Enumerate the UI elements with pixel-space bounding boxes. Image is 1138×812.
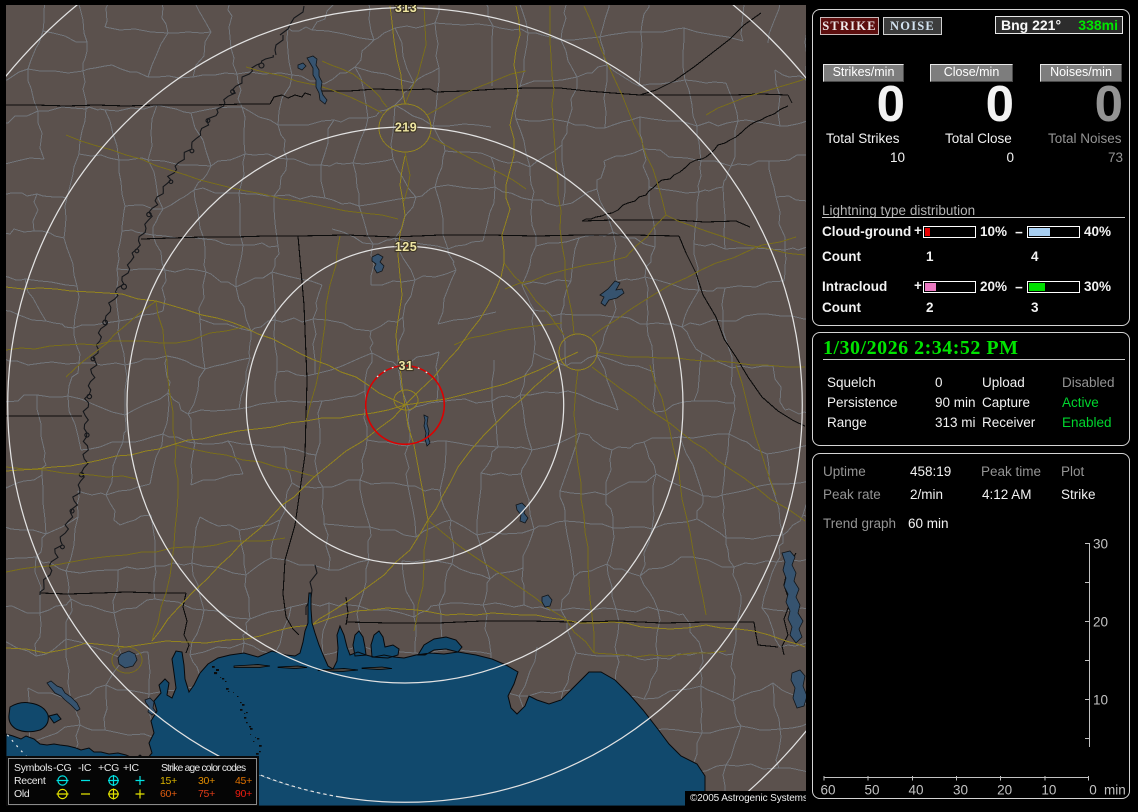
svg-text:31: 31 [399,359,414,373]
svg-text:20: 20 [997,783,1012,798]
svg-text:125: 125 [395,240,417,254]
svg-text:30: 30 [1093,537,1108,552]
svg-text:219: 219 [395,121,417,135]
svg-text:10: 10 [1041,783,1056,798]
svg-text:30: 30 [953,783,968,798]
svg-text:0: 0 [1089,783,1097,798]
svg-text:313: 313 [395,5,417,15]
svg-text:20: 20 [1093,615,1108,630]
svg-text:40: 40 [908,783,923,798]
svg-text:60: 60 [820,783,835,798]
svg-text:10: 10 [1093,693,1108,708]
svg-text:50: 50 [864,783,879,798]
svg-text:min: min [1104,783,1126,798]
